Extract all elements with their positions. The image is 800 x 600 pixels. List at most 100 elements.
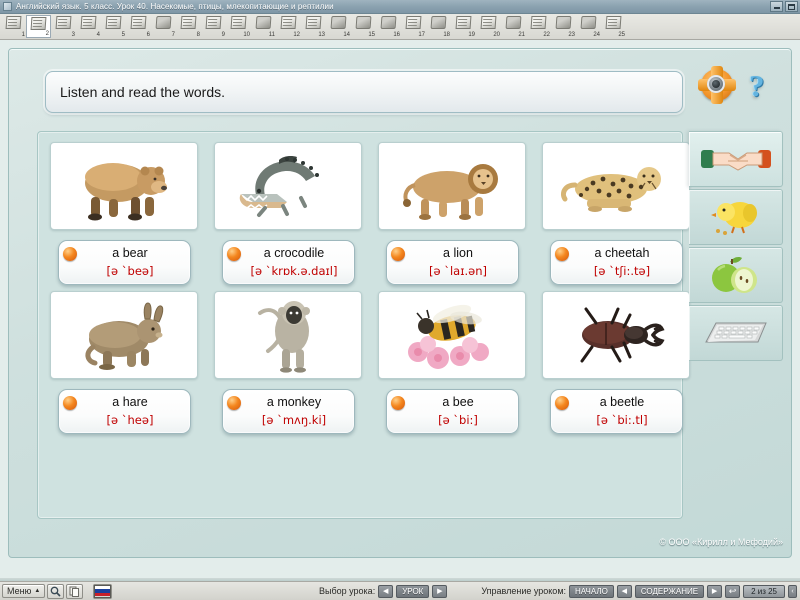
cheetah-photo[interactable] (542, 142, 690, 230)
slide-thumb-2[interactable]: 2 (26, 15, 51, 38)
slide-thumb-24[interactable]: 24 (576, 15, 601, 38)
word-button[interactable]: a bee [ə `bi:] (385, 388, 519, 434)
word-transcription: [ə `tʃi:.tə] (593, 263, 651, 278)
app-icon (3, 2, 12, 11)
search-icon[interactable] (47, 583, 65, 599)
slide-thumb-14[interactable]: 14 (326, 15, 351, 38)
lesson-value-button[interactable]: УРОК (396, 584, 430, 598)
word-button[interactable]: a bear [ə `beə] (57, 240, 191, 285)
slide-thumb-13[interactable]: 13 (301, 15, 326, 38)
slide-thumb-10[interactable]: 10 (226, 15, 251, 38)
word-text: a hare [ə `heə] (77, 393, 184, 429)
minimize-button[interactable] (770, 1, 783, 12)
audio-slide-icon (580, 16, 597, 29)
more-button[interactable]: ‹ (788, 584, 797, 598)
lesson-next-button[interactable]: ▶ (432, 584, 448, 598)
slide-icon (80, 16, 97, 29)
audio-slide-icon (555, 16, 572, 29)
slide-number: 4 (96, 32, 100, 38)
word-label: a bee (442, 394, 474, 409)
slide-number: 25 (618, 32, 625, 38)
slide-thumb-9[interactable]: 9 (201, 15, 226, 38)
beetle-photo[interactable] (542, 290, 690, 379)
prompt-text: Listen and read the words. (60, 84, 225, 100)
slide-thumb-7[interactable]: 7 (151, 15, 176, 38)
russian-flag-icon[interactable] (93, 583, 113, 599)
keyboard-icon[interactable] (689, 305, 783, 361)
lion-photo[interactable] (378, 142, 526, 230)
slide-number: 21 (518, 32, 525, 38)
lesson-prev-button[interactable]: ◀ (378, 584, 394, 598)
restore-button[interactable] (785, 1, 798, 12)
slide-thumb-23[interactable]: 23 (551, 15, 576, 38)
word-button[interactable]: a hare [ə `heə] (57, 388, 191, 434)
slide-thumbnail-toolbar[interactable]: 1 2 3 4 5 6 7 8 9 10 11 12 13 14 15 16 17 18 19 20 21 22 23 24 2… (0, 14, 800, 40)
audio-bullet-icon[interactable] (226, 247, 241, 261)
crocodile-photo[interactable] (214, 142, 362, 230)
menu-button[interactable]: Меню ▲ (2, 584, 46, 598)
slide-icon (205, 16, 222, 29)
slide-thumb-25[interactable]: 25 (601, 15, 626, 38)
word-label: a lion (443, 246, 473, 260)
contents-button[interactable]: СОДЕРЖАНИЕ (634, 584, 705, 598)
hare-photo[interactable] (50, 290, 198, 379)
copyright-text: © ООО «Кирилл и Мефодий» (659, 537, 783, 547)
slide-thumb-20[interactable]: 20 (476, 15, 501, 38)
word-button[interactable]: a cheetah [ə `tʃi:.tə] (549, 240, 683, 285)
help-icon[interactable]: ? (743, 67, 779, 103)
word-button[interactable]: a beetle [ə `bi:.tl] (549, 388, 683, 434)
audio-bullet-icon[interactable] (390, 395, 405, 410)
speaker-icon[interactable] (698, 66, 736, 104)
monkey-photo[interactable] (214, 290, 362, 379)
slide-number: 7 (171, 32, 175, 38)
lesson-control-label: Управление уроком: (481, 586, 567, 596)
slide-thumb-22[interactable]: 22 (526, 15, 551, 38)
word-transcription: [ə `heə] (106, 412, 154, 427)
copy-icon[interactable] (66, 583, 84, 599)
chick-icon[interactable] (689, 189, 783, 245)
word-text: a monkey [ə `mʌŋ.ki] (241, 393, 348, 429)
back-arrow-icon[interactable]: ↩ (725, 584, 741, 598)
slide-thumb-5[interactable]: 5 (101, 15, 126, 38)
word-button[interactable]: a lion [ə `laɪ.ən] (385, 240, 519, 285)
prompt-container: Listen and read the words. (45, 71, 683, 113)
audio-bullet-icon[interactable] (390, 247, 405, 261)
bee-photo[interactable] (378, 290, 526, 379)
prev-page-button[interactable]: ◀ (616, 584, 632, 598)
prompt-bar: Listen and read the words. (45, 71, 683, 113)
word-label: a bear (112, 246, 148, 260)
audio-bullet-icon[interactable] (554, 247, 569, 261)
audio-bullet-icon[interactable] (554, 395, 569, 410)
audio-bullet-icon[interactable] (62, 395, 77, 410)
slide-thumb-21[interactable]: 21 (501, 15, 526, 38)
slide-number: 15 (368, 32, 375, 38)
apples-icon[interactable] (689, 247, 783, 303)
slide-thumb-15[interactable]: 15 (351, 15, 376, 38)
slide-thumb-1[interactable]: 1 (1, 15, 26, 38)
slide-number: 14 (343, 32, 350, 38)
slide-number: 1 (21, 32, 25, 38)
slide-thumb-18[interactable]: 18 (426, 15, 451, 38)
slide-thumb-8[interactable]: 8 (176, 15, 201, 38)
slide-thumb-3[interactable]: 3 (51, 15, 76, 38)
slide-thumb-12[interactable]: 12 (276, 15, 301, 38)
slide-thumb-16[interactable]: 16 (376, 15, 401, 38)
slide-thumb-6[interactable]: 6 (126, 15, 151, 38)
slide-icon (405, 16, 422, 29)
audio-bullet-icon[interactable] (226, 395, 241, 410)
handshake-icon[interactable] (689, 131, 783, 187)
slide-number: 22 (543, 32, 550, 38)
word-button[interactable]: a crocodile [ə `krɒk.ə.daɪl] (221, 240, 355, 285)
slide-icon (105, 16, 122, 29)
audio-bullet-icon[interactable] (62, 247, 77, 261)
slide-thumb-4[interactable]: 4 (76, 15, 101, 38)
slide-thumb-19[interactable]: 19 (451, 15, 476, 38)
slide-number: 20 (493, 32, 500, 38)
next-page-button[interactable]: ▶ (707, 584, 723, 598)
slide-thumb-17[interactable]: 17 (401, 15, 426, 38)
start-button[interactable]: НАЧАЛО (569, 584, 614, 598)
word-button[interactable]: a monkey [ə `mʌŋ.ki] (221, 388, 355, 434)
slide-thumb-11[interactable]: 11 (251, 15, 276, 38)
bear-photo[interactable] (50, 142, 198, 230)
title-bar: Английский язык. 5 класс. Урок 40. Насек… (0, 0, 800, 14)
